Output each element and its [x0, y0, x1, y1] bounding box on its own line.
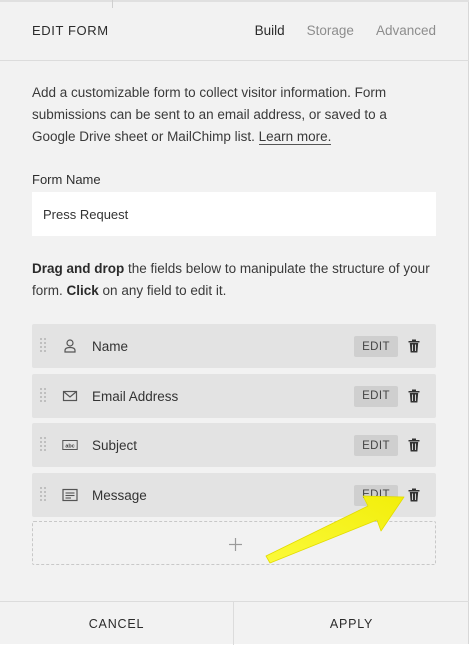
field-row-message[interactable]: Message EDIT	[32, 472, 436, 517]
textarea-icon	[62, 488, 78, 501]
edit-button[interactable]: EDIT	[354, 336, 398, 357]
form-name-label: Form Name	[32, 172, 101, 187]
drag-handle-icon[interactable]	[40, 338, 46, 354]
person-icon	[64, 339, 76, 353]
drag-handle-icon[interactable]	[40, 437, 46, 453]
field-label: Message	[92, 487, 147, 503]
envelope-icon	[62, 390, 78, 401]
field-row-subject[interactable]: abc Subject EDIT	[32, 423, 436, 467]
edit-button[interactable]: EDIT	[354, 385, 398, 407]
trash-icon[interactable]	[408, 488, 420, 502]
cancel-button[interactable]: CANCEL	[0, 602, 234, 645]
edit-button[interactable]: EDIT	[354, 435, 398, 456]
field-row-name[interactable]: Name EDIT	[32, 324, 436, 368]
drag-instructions: Drag and drop the fields below to manipu…	[32, 258, 432, 302]
drag-handle-icon[interactable]	[40, 486, 46, 503]
trash-icon[interactable]	[408, 438, 420, 452]
add-field-button[interactable]	[32, 521, 436, 565]
instructions-bold-click: Click	[66, 283, 99, 298]
field-label: Subject	[92, 438, 138, 453]
text-field-icon: abc	[62, 440, 78, 450]
field-row-email-address[interactable]: Email Address EDIT	[32, 373, 436, 418]
panel-header: EDIT FORM Build Storage Advanced	[0, 0, 469, 61]
field-label: Name	[92, 339, 129, 354]
panel-title: EDIT FORM	[32, 23, 109, 38]
trash-icon[interactable]	[408, 389, 420, 403]
drag-handle-icon[interactable]	[40, 387, 46, 404]
plus-icon	[229, 538, 242, 551]
description-text: Add a customizable form to collect visit…	[32, 85, 387, 144]
tab-storage[interactable]: Storage	[307, 23, 354, 38]
tab-advanced[interactable]: Advanced	[376, 23, 436, 38]
panel-footer: CANCEL APPLY	[0, 601, 469, 645]
form-description: Add a customizable form to collect visit…	[32, 82, 432, 148]
trash-icon[interactable]	[408, 339, 420, 353]
instructions-text-2: on any field to edit it.	[98, 283, 227, 298]
svg-text:abc: abc	[65, 444, 74, 450]
edit-form-panel: EDIT FORM Build Storage Advanced Add a c…	[0, 0, 469, 645]
tab-build[interactable]: Build	[255, 23, 285, 38]
form-name-input[interactable]	[32, 192, 436, 236]
edit-button[interactable]: EDIT	[354, 484, 398, 506]
instructions-bold-drag: Drag and drop	[32, 261, 125, 276]
form-field-list: Name EDIT Email Address EDIT abc Subject…	[32, 324, 436, 522]
field-label: Email Address	[92, 388, 179, 404]
tab-bar: Build Storage Advanced	[255, 23, 436, 38]
learn-more-link[interactable]: Learn more.	[258, 129, 332, 145]
apply-button[interactable]: APPLY	[234, 602, 469, 645]
